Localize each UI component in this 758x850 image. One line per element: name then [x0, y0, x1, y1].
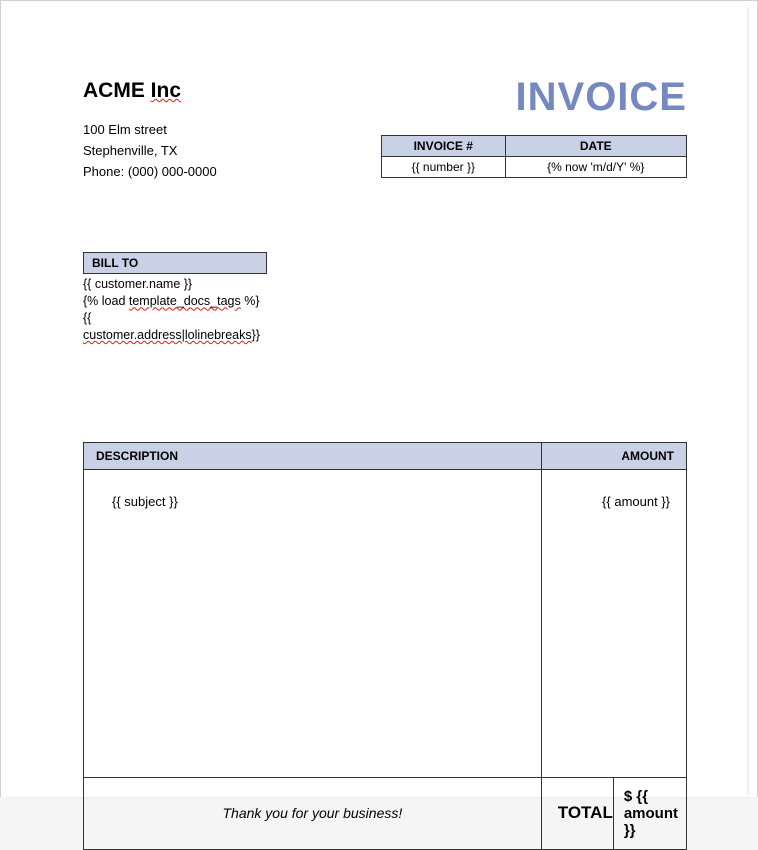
items-table: DESCRIPTION AMOUNT {{ subject }} {{ amou…	[83, 442, 687, 850]
items-col-amount: AMOUNT	[541, 442, 686, 469]
footer-total-label: TOTAL	[542, 778, 614, 849]
meta-date-header: DATE	[505, 136, 686, 157]
company-name-part1: ACME	[83, 79, 151, 102]
bill-to-line2a: {% load	[83, 294, 129, 308]
bill-to-line2: {% load template_docs_tags %}{{	[83, 293, 267, 327]
bill-to-line3b: }}	[252, 328, 260, 342]
meta-invoice-no-header: INVOICE #	[382, 136, 506, 157]
bill-to-header: BILL TO	[83, 252, 267, 274]
footer-total-wrap: TOTAL $ {{ amount }}	[541, 777, 686, 849]
invoice-meta-table: INVOICE # DATE {{ number }} {% now 'm/d/…	[381, 135, 687, 178]
bill-to-body: {{ customer.name }} {% load template_doc…	[83, 274, 267, 344]
items-row-amount: {{ amount }}	[541, 469, 686, 777]
page-container: ACME Inc 100 Elm street Stephenville, TX…	[0, 0, 758, 797]
footer-total-inner: TOTAL $ {{ amount }}	[542, 778, 686, 849]
footer-thanks: Thank you for your business!	[84, 777, 542, 849]
footer-total-value: $ {{ amount }}	[613, 778, 686, 849]
company-phone: Phone: (000) 000-0000	[83, 162, 217, 183]
bill-to-line3a: customer.address|lolinebreaks	[83, 328, 252, 342]
company-name-part2: Inc	[151, 79, 181, 102]
meta-invoice-no-value: {{ number }}	[382, 157, 506, 178]
bill-to-line3: customer.address|lolinebreaks}}	[83, 327, 267, 344]
company-block: ACME Inc 100 Elm street Stephenville, TX…	[83, 79, 217, 182]
company-address-line2: Stephenville, TX	[83, 141, 217, 162]
company-address-line1: 100 Elm street	[83, 120, 217, 141]
bill-to-line2b: template_docs_tags	[129, 294, 241, 308]
bill-to-block: BILL TO {{ customer.name }} {% load temp…	[83, 252, 267, 344]
meta-date-value: {% now 'm/d/Y' %}	[505, 157, 686, 178]
company-name: ACME Inc	[83, 79, 181, 104]
bill-to-line1: {{ customer.name }}	[83, 276, 267, 293]
items-col-description: DESCRIPTION	[84, 442, 542, 469]
invoice-page: ACME Inc 100 Elm street Stephenville, TX…	[7, 7, 747, 797]
invoice-title: INVOICE	[516, 75, 687, 120]
company-address: 100 Elm street Stephenville, TX Phone: (…	[83, 120, 217, 182]
items-row-description: {{ subject }}	[84, 469, 542, 777]
